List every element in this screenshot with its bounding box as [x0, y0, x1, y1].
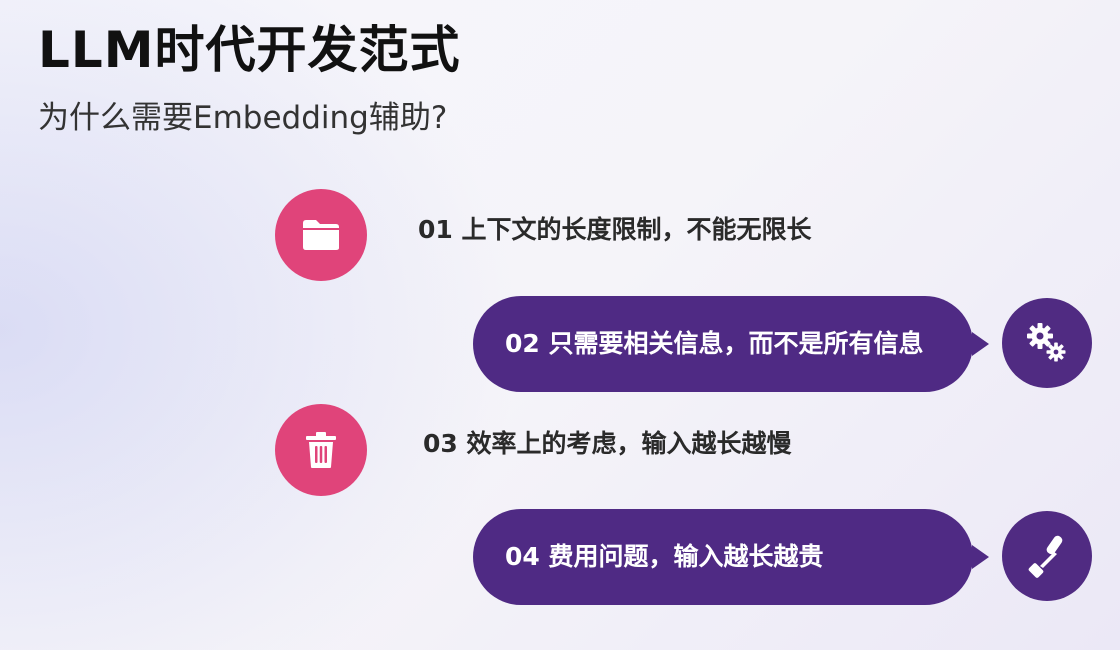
item-04-text: 04 费用问题，输入越长越贵 — [505, 542, 824, 571]
slide-title: LLM时代开发范式 — [38, 21, 461, 79]
item-04-badge — [1002, 511, 1092, 601]
item-03-text: 03 效率上的考虑，输入越长越慢 — [423, 429, 792, 458]
item-04-pill: 04 费用问题，输入越长越贵 — [473, 509, 989, 605]
trash-icon — [305, 431, 337, 469]
item-02-pill: 02 只需要相关信息，而不是所有信息 — [473, 296, 989, 392]
slide-subtitle: 为什么需要Embedding辅助? — [38, 100, 448, 136]
item-02-badge — [1002, 298, 1092, 388]
gears-icon — [1025, 321, 1069, 365]
item-01-text: 01 上下文的长度限制，不能无限长 — [418, 215, 812, 244]
paint-roller-icon — [1027, 534, 1067, 578]
folder-icon — [301, 218, 341, 252]
item-01-badge — [275, 189, 367, 281]
item-02-text: 02 只需要相关信息，而不是所有信息 — [505, 329, 924, 358]
item-03-badge — [275, 404, 367, 496]
